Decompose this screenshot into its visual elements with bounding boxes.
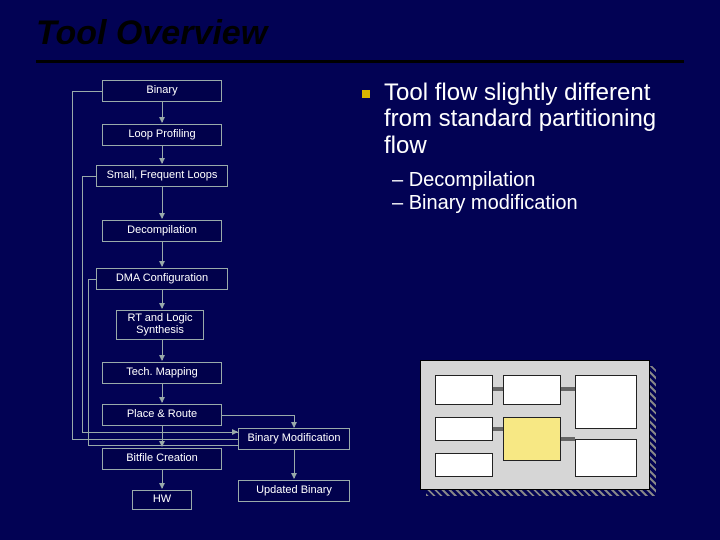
connector-line	[82, 432, 238, 433]
connector-line	[72, 91, 73, 439]
diagram-block	[503, 375, 561, 405]
flow-hw: HW	[132, 490, 192, 510]
arrow-icon	[236, 431, 237, 432]
diagram-block-highlight	[503, 417, 561, 461]
diagram-block	[435, 453, 493, 477]
flow-tech-mapping: Tech. Mapping	[102, 362, 222, 384]
flow-small-frequent: Small, Frequent Loops	[96, 165, 228, 187]
bullet-sublist: Decompilation Binary modification	[362, 169, 694, 215]
arrow-icon	[162, 242, 163, 266]
arrow-icon	[162, 340, 163, 360]
flow-binary-mod: Binary Modification	[238, 428, 350, 450]
arrow-icon	[162, 102, 163, 122]
arrow-icon	[162, 146, 163, 163]
connector-line	[88, 279, 89, 445]
flow-loop-profiling: Loop Profiling	[102, 124, 222, 146]
connector-line	[82, 176, 83, 432]
diagram-frame	[420, 360, 650, 490]
diagram-block	[435, 417, 493, 441]
diagram-connector	[561, 437, 575, 441]
connector-line	[72, 439, 238, 440]
diagram-connector	[493, 387, 503, 391]
connector-line	[222, 415, 294, 416]
flow-updated-binary: Updated Binary	[238, 480, 350, 502]
bullet-square-icon	[362, 90, 370, 98]
flow-rt-logic: RT and Logic Synthesis	[116, 310, 204, 340]
flow-place-route: Place & Route	[102, 404, 222, 426]
connector-line	[88, 279, 96, 280]
flow-binary: Binary	[102, 80, 222, 102]
arrow-icon	[162, 290, 163, 308]
arrow-icon	[162, 187, 163, 218]
bullet-sub-1: Binary modification	[392, 192, 694, 215]
bullet-list: Tool flow slightly different from standa…	[362, 80, 694, 215]
connector-line	[82, 176, 96, 177]
bullet-main: Tool flow slightly different from standa…	[362, 80, 694, 159]
slide-title-wrap: Tool Overview	[36, 14, 267, 53]
diagram-connector	[493, 427, 503, 431]
diagram-connector	[561, 387, 575, 391]
flow-decompilation: Decompilation	[102, 220, 222, 242]
slide-title: Tool Overview	[36, 14, 267, 53]
arrow-icon	[294, 450, 295, 478]
connector-line	[88, 445, 238, 446]
connector-line	[72, 91, 102, 92]
diagram-block	[575, 439, 637, 477]
arrow-icon	[162, 470, 163, 488]
arrow-icon	[162, 384, 163, 402]
title-underline	[36, 60, 684, 63]
diagram-block	[435, 375, 493, 405]
flow-dma-config: DMA Configuration	[96, 268, 228, 290]
arrow-icon	[162, 426, 163, 446]
flow-bitfile: Bitfile Creation	[102, 448, 222, 470]
diagram-block	[575, 375, 637, 429]
bullet-sub-0: Decompilation	[392, 169, 694, 192]
architecture-diagram	[420, 360, 650, 490]
arrow-icon	[294, 415, 295, 427]
bullet-main-text: Tool flow slightly different from standa…	[384, 79, 656, 159]
